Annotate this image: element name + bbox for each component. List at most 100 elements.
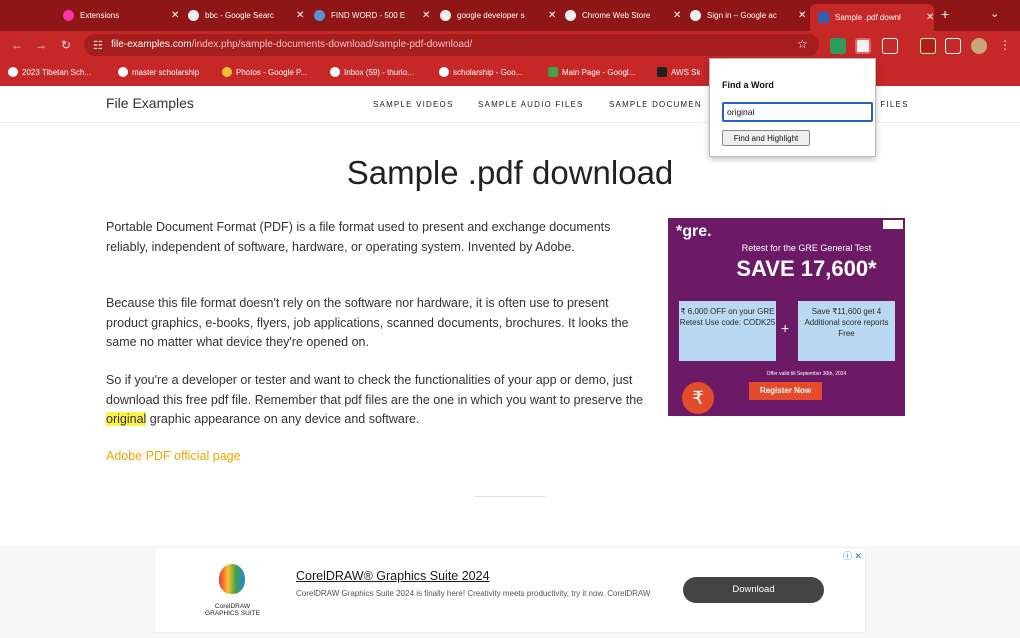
rupee-icon: ₹: [682, 382, 714, 414]
mail-icon: [330, 67, 340, 77]
tab-extensions[interactable]: Extensions ✕: [55, 4, 179, 27]
google-icon: [690, 10, 701, 21]
tab-title: Sign in – Google ac: [707, 11, 777, 20]
tab-title: Extensions: [80, 11, 120, 20]
tab-bbc[interactable]: bbc - Google Searc ✕: [180, 4, 304, 27]
text: graphic appearance on any device and sof…: [146, 412, 420, 426]
tab-title: bbc - Google Searc: [205, 11, 274, 20]
plus-icon: +: [781, 320, 790, 336]
ad-offer-box: Save ₹11,600 get 4 Additional score repo…: [798, 301, 895, 361]
globe-icon: [118, 67, 128, 77]
ad-description: CorelDRAW Graphics Suite 2024 is finally…: [296, 589, 651, 598]
bookmark-label: master scholarship: [132, 67, 200, 77]
tab-search-icon[interactable]: ⌄: [990, 7, 999, 20]
page-title: Sample .pdf download: [346, 154, 674, 191]
google-icon: [439, 67, 449, 77]
adobe-link[interactable]: Adobe PDF official page: [106, 449, 241, 463]
paragraph-format: Because this file format doesn't rely on…: [106, 296, 629, 349]
ad-title[interactable]: CorelDRAW® Graphics Suite 2024: [296, 569, 490, 583]
close-icon[interactable]: ✕: [296, 10, 304, 21]
bookmark-item[interactable]: AWS Sk: [657, 67, 700, 77]
tab-google-developer[interactable]: google developer s ✕: [432, 4, 556, 27]
bookmark-label: AWS Sk: [671, 67, 701, 77]
back-icon[interactable]: ←: [11, 38, 23, 52]
reload-icon[interactable]: ↻: [61, 38, 71, 52]
url-text[interactable]: file-examples.com/index.php/sample-docum…: [111, 39, 472, 50]
close-icon[interactable]: ✕: [673, 10, 681, 21]
google-icon: [440, 10, 451, 21]
site-logo[interactable]: File Examples: [106, 95, 194, 111]
bookmark-label: Inbox (59) - thurio...: [344, 67, 414, 77]
adchoices-icon[interactable]: ⓘ ✕: [843, 549, 862, 562]
gre-logo: *gre.: [676, 223, 712, 240]
close-icon[interactable]: ✕: [171, 10, 179, 21]
find-word-extension-icon[interactable]: [855, 38, 871, 54]
download-icon[interactable]: [945, 38, 961, 54]
tab-sample-pdf[interactable]: Sample .pdf downl ✕: [810, 4, 935, 31]
bookmark-label: Photos - Google P...: [236, 67, 308, 77]
adchoices-icon[interactable]: [883, 220, 903, 229]
browser-toolbar: ← → ↻ ☷ file-examples.com/index.php/samp…: [0, 31, 1020, 59]
chrome-icon: [565, 10, 576, 21]
ad-offer-box: ₹ 6,000 OFF on your GRE Retest Use code:…: [679, 301, 776, 361]
text: So if you're a developer or tester and w…: [106, 373, 644, 407]
bookmark-item[interactable]: Main Page - Googl...: [548, 67, 635, 77]
google-icon: [188, 10, 199, 21]
paragraph-developer: So if you're a developer or tester and w…: [106, 371, 646, 430]
extensions-puzzle-icon[interactable]: [882, 38, 898, 54]
bookmark-label: 2023 Tibetan Sch...: [22, 67, 91, 77]
tab-title: google developer s: [457, 11, 525, 20]
photos-icon: [222, 67, 232, 77]
close-icon[interactable]: ✕: [798, 10, 806, 21]
nav-sample-documents[interactable]: SAMPLE DOCUMEN: [609, 100, 702, 109]
word-input[interactable]: [722, 102, 873, 122]
download-button[interactable]: Download: [683, 577, 824, 603]
bookmark-item[interactable]: scholarship - Goo...: [439, 67, 522, 77]
bookmark-item[interactable]: master scholarship: [118, 67, 199, 77]
address-bar[interactable]: ☷ file-examples.com/index.php/sample-doc…: [84, 34, 819, 56]
tab-title: Sample .pdf downl: [835, 13, 901, 22]
ad-headline: SAVE 17,600*: [736, 256, 877, 281]
url-domain: file-examples.com: [111, 39, 192, 50]
sheets-icon: [548, 67, 558, 77]
find-word-popup: Find a Word Find and Highlight: [709, 58, 876, 157]
paragraph-intro: Portable Document Format (PDF) is a file…: [106, 220, 611, 254]
tab-strip: Extensions ✕ bbc - Google Searc ✕ FIND W…: [0, 0, 1020, 31]
menu-icon[interactable]: ⋮: [999, 38, 1011, 52]
coreldraw-ad[interactable]: ⓘ ✕ CorelDRAW GRAPHICS SUITE CorelDRAW® …: [154, 547, 866, 633]
site-icon: [818, 12, 829, 23]
aws-icon: [657, 67, 667, 77]
tab-chrome-web-store[interactable]: Chrome Web Store ✕: [557, 4, 681, 27]
coreldraw-logo-text: CorelDRAW GRAPHICS SUITE: [205, 603, 260, 617]
close-icon[interactable]: ✕: [548, 10, 556, 21]
extension-icon[interactable]: [920, 38, 936, 54]
gre-ad[interactable]: *gre. Retest for the GRE General Test SA…: [668, 218, 905, 416]
bookmark-icon: [8, 67, 18, 77]
coreldraw-balloon-icon: [219, 564, 245, 594]
bookmark-item[interactable]: Inbox (59) - thurio...: [330, 67, 414, 77]
tab-title: Chrome Web Store: [582, 11, 651, 20]
divider: [475, 496, 545, 497]
nav-sample-videos[interactable]: SAMPLE VIDEOS: [373, 100, 454, 109]
extension-icon[interactable]: [830, 38, 846, 54]
close-icon[interactable]: ✕: [422, 10, 430, 21]
highlighted-word: original: [106, 412, 147, 426]
avatar[interactable]: [971, 38, 987, 54]
bookmark-item[interactable]: Photos - Google P...: [222, 67, 307, 77]
tab-find-word[interactable]: FIND WORD - 500 E ✕: [306, 4, 430, 27]
bookmark-item[interactable]: 2023 Tibetan Sch...: [8, 67, 91, 77]
ad-validity: Offer valid till September 30th, 2024: [766, 371, 847, 377]
forward-icon[interactable]: →: [35, 38, 47, 52]
popup-heading: Find a Word: [722, 80, 774, 90]
nav-sample-audio[interactable]: SAMPLE AUDIO FILES: [478, 100, 584, 109]
close-icon[interactable]: ✕: [926, 12, 934, 23]
bookmark-star-icon[interactable]: ☆: [797, 37, 808, 51]
bookmark-label: scholarship - Goo...: [453, 67, 523, 77]
register-now-button[interactable]: Register Now: [749, 382, 822, 400]
ad-subtitle: Retest for the GRE General Test: [741, 243, 872, 253]
find-highlight-button[interactable]: Find and Highlight: [722, 130, 810, 146]
tab-sign-in[interactable]: Sign in – Google ac ✕: [682, 4, 806, 27]
site-icon: [314, 10, 325, 21]
new-tab-icon[interactable]: +: [941, 6, 949, 22]
site-info-icon[interactable]: ☷: [93, 39, 103, 52]
